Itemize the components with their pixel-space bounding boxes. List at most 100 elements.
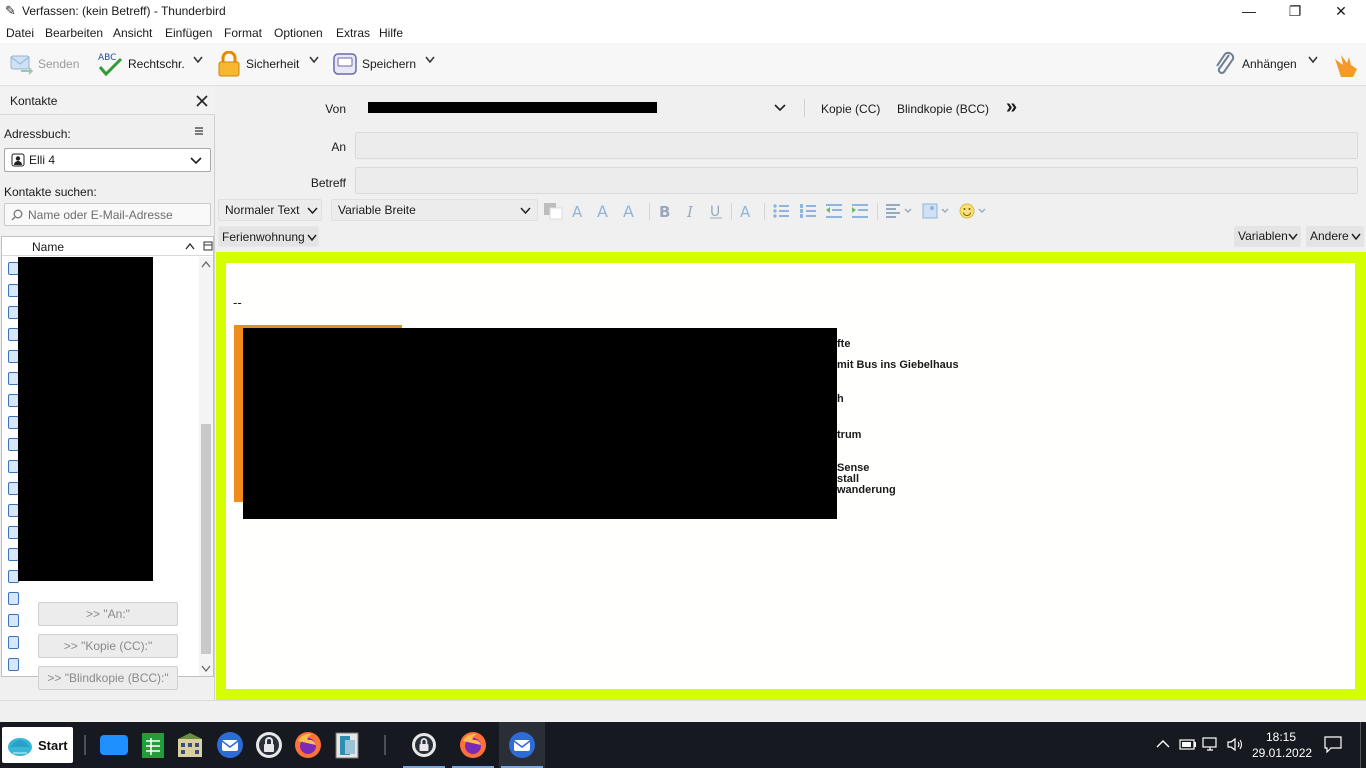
thunderbird-running-icon[interactable] [508,731,536,759]
security-dropdown-icon[interactable] [309,55,319,67]
menu-extras[interactable]: Extras [336,26,370,40]
scroll-up-icon[interactable] [201,260,211,268]
show-desktop-button[interactable] [1360,722,1366,768]
paragraph-format-select[interactable]: Normaler Text [218,199,322,221]
close-icon[interactable] [196,95,208,107]
spellcheck-dropdown-icon[interactable] [193,55,203,67]
signature-line: mit Bus ins Giebelhaus [837,359,959,371]
menu-bearbeiten[interactable]: Bearbeiten [45,26,103,40]
notification-icon[interactable] [1324,736,1342,753]
minimize-button[interactable]: — [1226,0,1272,23]
scrollbar[interactable] [199,257,213,676]
sidebar-title: Kontakte [10,94,58,108]
italic-icon[interactable]: I [683,202,699,220]
divider [384,735,386,755]
menu-datei[interactable]: Datei [6,26,34,40]
spellcheck-button[interactable]: ABC Rechtschr. [97,49,185,79]
security-button[interactable]: Sicherheit [217,49,299,79]
menu-optionen[interactable]: Optionen [274,26,323,40]
battery-icon[interactable] [1179,737,1197,751]
to-input[interactable] [355,132,1358,159]
keepass-icon[interactable] [255,731,283,759]
scrollbar-thumb[interactable] [201,424,211,654]
add-cc-button[interactable]: >> "Kopie (CC):" [38,634,178,658]
smiley-icon[interactable] [959,203,989,219]
subject-label: Betreff [310,176,346,190]
from-label: Von [325,102,346,116]
send-button[interactable]: Senden [9,49,79,79]
clock-time[interactable]: 18:15 [1266,730,1296,744]
align-icon[interactable] [885,203,915,219]
font-select[interactable]: Variable Breite [331,199,538,221]
font-style-icon[interactable]: A [622,202,642,220]
bullet-list-icon[interactable] [772,203,790,219]
pencil-icon: ✎ [5,3,16,18]
variables-select[interactable]: Variablen [1234,226,1301,247]
other-label: Andere [1310,229,1349,243]
menu-einfuegen[interactable]: Einfügen [165,26,212,40]
chevron-down-icon [307,207,318,214]
contacts-sidebar: Kontakte Adressbuch: Elli 4 Kontakte suc… [0,87,215,700]
volume-icon[interactable] [1226,737,1244,752]
firefox-running-icon[interactable] [459,731,487,759]
sort-ascending-icon[interactable] [185,242,195,250]
other-select[interactable]: Andere [1306,226,1364,247]
building-icon[interactable] [176,731,204,759]
attach-dropdown-icon[interactable] [1308,55,1318,67]
spreadsheet-icon[interactable] [139,731,167,759]
file-manager-icon[interactable] [333,731,361,759]
firefox-icon[interactable] [294,731,322,759]
template-select[interactable]: Ferienwohnung [218,226,319,247]
menu-hilfe[interactable]: Hilfe [379,26,403,40]
underline-icon[interactable]: U [708,202,724,220]
hand-icon[interactable] [1331,51,1359,79]
scroll-down-icon[interactable] [201,665,211,673]
save-dropdown-icon[interactable] [425,55,435,67]
addressbook-select[interactable]: Elli 4 [4,148,211,172]
indent-icon[interactable] [851,203,869,219]
search-label: Kontakte suchen: [4,185,97,199]
more-recipients-icon[interactable]: » [1006,96,1017,119]
network-icon[interactable] [1202,737,1220,752]
font-value: Variable Breite [338,203,416,217]
subject-input[interactable] [355,167,1358,194]
bold-icon[interactable]: B [657,202,673,220]
desktop-icon[interactable] [100,735,128,755]
chevron-down-icon [774,104,786,112]
add-to-button[interactable]: >> "An:" [38,602,178,626]
message-body-editor[interactable]: -- fte mit Bus ins Giebelhaus h trum Sen… [226,263,1355,689]
font-larger-icon[interactable]: A [596,202,616,220]
add-bcc-button[interactable]: >> "Blindkopie (BCC):" [38,666,178,690]
font-smaller-icon[interactable]: A [570,202,590,220]
tray-overflow-icon[interactable] [1156,739,1170,749]
window-title: Verfassen: (kein Betreff) - Thunderbird [22,4,226,18]
clear-format-icon[interactable]: A [738,202,758,220]
text-color-icon[interactable] [543,202,563,220]
column-name[interactable]: Name [32,240,64,254]
thunderbird-icon[interactable] [216,731,244,759]
keepass-running-icon[interactable] [410,731,438,759]
close-button[interactable]: ✕ [1318,0,1364,23]
cc-button[interactable]: Kopie (CC) [821,102,880,116]
redacted-sender [368,102,657,113]
start-button[interactable]: Start [2,727,73,763]
paragraph-format-value: Normaler Text [225,203,300,217]
chevron-down-icon [1288,233,1298,240]
clock-date[interactable]: 29.01.2022 [1252,746,1312,760]
menu-format[interactable]: Format [224,26,262,40]
outdent-icon[interactable] [825,203,843,219]
save-button[interactable]: Speichern [333,49,416,79]
bcc-button[interactable]: Blindkopie (BCC) [897,102,989,116]
contact-search-input[interactable]: Name oder E-Mail-Adresse [4,203,211,226]
svg-text:A: A [740,203,751,220]
numbered-list-icon[interactable] [799,203,817,219]
attach-button[interactable]: Anhängen [1213,49,1297,79]
svg-text:A: A [623,202,634,220]
divider [649,203,650,220]
menu-ansicht[interactable]: Ansicht [113,26,152,40]
from-select[interactable] [362,95,790,121]
insert-image-icon[interactable] [922,203,952,219]
column-picker-icon[interactable] [203,240,213,252]
maximize-button[interactable]: ❐ [1272,0,1318,23]
menu-icon[interactable] [194,126,204,136]
